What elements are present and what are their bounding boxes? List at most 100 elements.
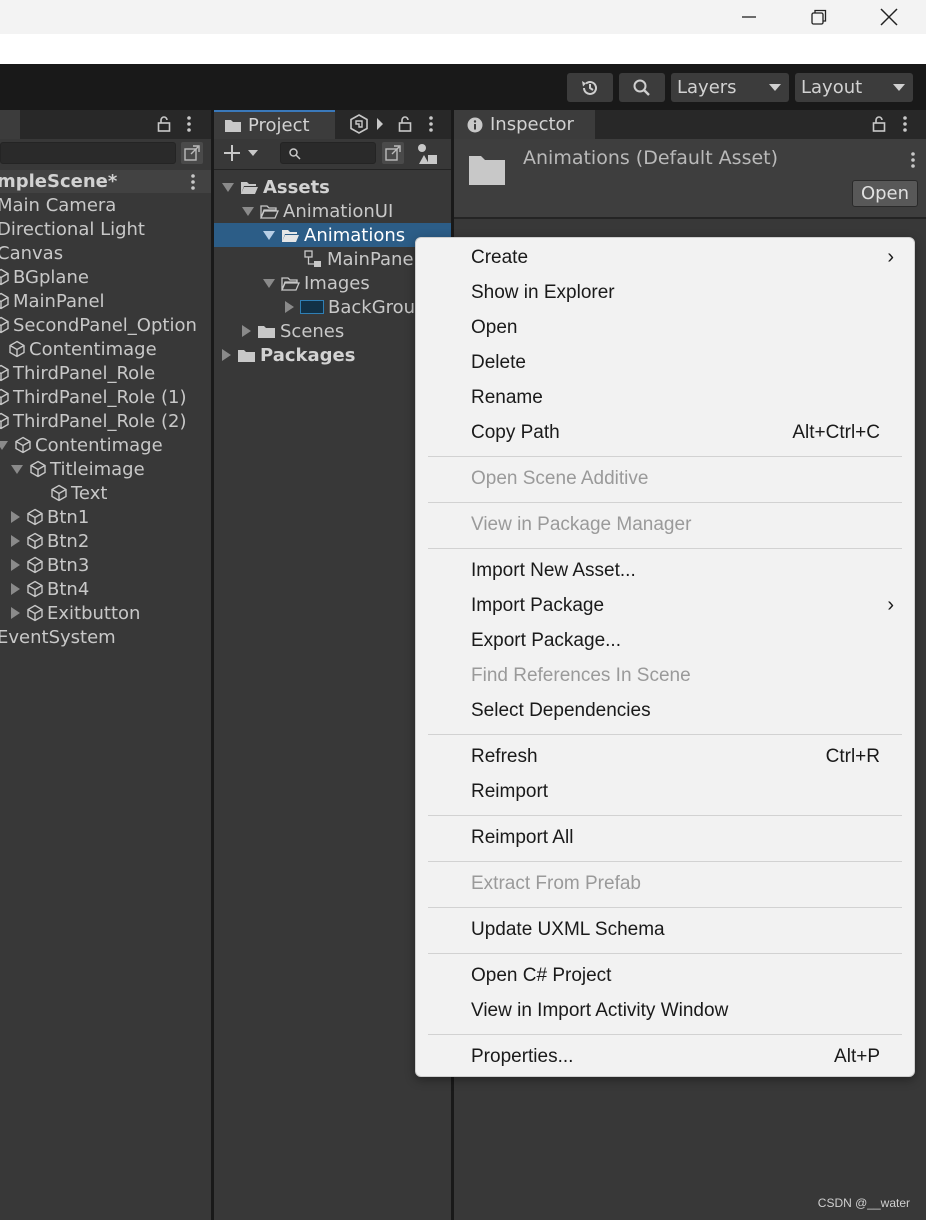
kebab-menu-icon[interactable] (190, 173, 196, 196)
menu-item-rename[interactable]: Rename (416, 380, 914, 415)
project-tree-item[interactable]: Scenes (242, 319, 344, 343)
menu-separator (428, 456, 902, 457)
restore-icon[interactable] (786, 0, 852, 34)
menu-item-reimport-all[interactable]: Reimport All (416, 820, 914, 855)
hierarchy-item[interactable]: ThirdPanel_Role (1) (0, 385, 186, 409)
expand-arrow-icon[interactable] (285, 301, 294, 313)
hierarchy-item[interactable]: Text (50, 481, 107, 505)
close-icon[interactable] (856, 0, 922, 34)
tab-hierarchy[interactable] (0, 110, 20, 139)
hierarchy-item[interactable]: ThirdPanel_Role (0, 361, 155, 385)
gameobject-icon (0, 268, 9, 286)
lock-icon[interactable] (872, 115, 886, 138)
expand-arrow-icon[interactable] (11, 607, 20, 619)
chevron-down-icon (893, 84, 905, 91)
hierarchy-item[interactable]: EventSystem (0, 625, 116, 649)
expand-arrow-icon[interactable] (263, 230, 275, 240)
add-icon[interactable] (222, 143, 260, 168)
hierarchy-item[interactable]: Exitbutton (11, 601, 140, 625)
hierarchy-item-label: ThirdPanel_Role (13, 362, 156, 384)
filter-by-type-icon[interactable] (416, 142, 440, 171)
project-search-input[interactable] (280, 142, 376, 164)
menu-item-properties[interactable]: Properties... Alt+P (416, 1039, 914, 1074)
expand-arrow-icon[interactable] (222, 349, 231, 361)
expand-arrow-icon[interactable] (11, 511, 20, 523)
hierarchy-item[interactable]: Directional Light (0, 217, 145, 241)
kebab-menu-icon[interactable] (428, 115, 434, 138)
gameobject-icon (0, 412, 9, 430)
kebab-menu-icon[interactable] (902, 115, 908, 138)
menu-item-select-dependencies[interactable]: Select Dependencies (416, 693, 914, 728)
hierarchy-item[interactable]: Btn2 (11, 529, 89, 553)
hierarchy-item[interactable]: BGplane (0, 265, 89, 289)
popout-icon[interactable] (382, 142, 404, 164)
project-tree-label: AnimationUI (283, 200, 394, 222)
project-tree-item[interactable]: AnimationUI (242, 199, 393, 223)
menu-item-export-package[interactable]: Export Package... (416, 623, 914, 658)
hierarchy-item[interactable]: Canvas (0, 241, 63, 265)
expand-arrow-icon[interactable] (11, 464, 23, 474)
caret-right-icon[interactable] (375, 116, 385, 136)
tab-inspector[interactable]: Inspector (454, 110, 595, 139)
hierarchy-search-input[interactable] (0, 142, 176, 164)
history-icon[interactable] (567, 73, 613, 102)
menu-item-show-in-explorer[interactable]: Show in Explorer (416, 275, 914, 310)
tab-project[interactable]: Project (214, 110, 335, 139)
package-icon[interactable] (348, 113, 370, 140)
expand-arrow-icon[interactable] (11, 583, 20, 595)
project-tree-item[interactable]: Images (263, 271, 370, 295)
expand-arrow-icon[interactable] (11, 535, 20, 547)
menu-item-delete[interactable]: Delete (416, 345, 914, 380)
popout-icon[interactable] (181, 142, 203, 164)
menu-item-open[interactable]: Open (416, 310, 914, 345)
layers-dropdown[interactable]: Layers (671, 73, 789, 102)
hierarchy-item[interactable]: Btn3 (11, 553, 89, 577)
expand-arrow-icon[interactable] (11, 559, 20, 571)
chevron-down-icon (769, 84, 781, 91)
menu-item-label: Import New Asset... (471, 559, 636, 581)
hierarchy-item[interactable]: ThirdPanel_Role (2) (0, 409, 186, 433)
hierarchy-item[interactable]: MainPanel (0, 289, 105, 313)
expand-arrow-icon[interactable] (242, 325, 251, 337)
expand-arrow-icon[interactable] (0, 440, 8, 450)
layers-label: Layers (677, 77, 737, 98)
menu-item-open-csharp-project[interactable]: Open C# Project (416, 958, 914, 993)
open-button[interactable]: Open (852, 180, 918, 207)
hierarchy-item[interactable]: Main Camera (0, 193, 116, 217)
hierarchy-item[interactable]: Btn4 (11, 577, 89, 601)
gameobject-icon (15, 436, 31, 454)
lock-icon[interactable] (398, 115, 412, 138)
menu-item-update-uxml-schema[interactable]: Update UXML Schema (416, 912, 914, 947)
menu-item-copy-path[interactable]: Copy Path Alt+Ctrl+C (416, 415, 914, 450)
search-icon[interactable] (619, 73, 665, 102)
hierarchy-item[interactable]: Btn1 (11, 505, 89, 529)
hierarchy-item[interactable]: Titleimage (11, 457, 145, 481)
info-icon (467, 117, 483, 132)
hierarchy-item[interactable]: Contentimage (8, 337, 157, 361)
menu-item-import-package[interactable]: Import Package › (416, 588, 914, 623)
expand-arrow-icon[interactable] (222, 182, 234, 192)
project-tree-item-selected[interactable]: Animations (263, 223, 405, 247)
folder-open-icon (260, 204, 279, 219)
project-tree-item[interactable]: Packages (222, 343, 355, 367)
kebab-menu-icon[interactable] (186, 115, 192, 138)
hierarchy-item[interactable]: SecondPanel_Option (0, 313, 197, 337)
expand-arrow-icon[interactable] (263, 278, 275, 288)
expand-arrow-icon[interactable] (242, 206, 254, 216)
menu-item-view-in-import-activity-window[interactable]: View in Import Activity Window (416, 993, 914, 1028)
project-tree-item[interactable]: BackGrou (285, 295, 415, 319)
project-tree-item[interactable]: Assets (222, 175, 330, 199)
layout-dropdown[interactable]: Layout (795, 73, 913, 102)
menu-item-refresh[interactable]: Refresh Ctrl+R (416, 739, 914, 774)
minimize-icon[interactable] (716, 0, 782, 34)
hierarchy-item[interactable]: Contentimage (0, 433, 163, 457)
menu-bar (0, 34, 926, 64)
scene-header[interactable]: mpleScene* (0, 170, 211, 193)
kebab-menu-icon[interactable] (910, 151, 916, 174)
menu-item-import-new-asset[interactable]: Import New Asset... (416, 553, 914, 588)
lock-icon[interactable] (157, 115, 171, 138)
menu-item-reimport[interactable]: Reimport (416, 774, 914, 809)
menu-item-create[interactable]: Create › (416, 240, 914, 275)
menu-item-label: Reimport All (471, 826, 574, 848)
project-tree-item[interactable]: MainPane (304, 247, 414, 271)
